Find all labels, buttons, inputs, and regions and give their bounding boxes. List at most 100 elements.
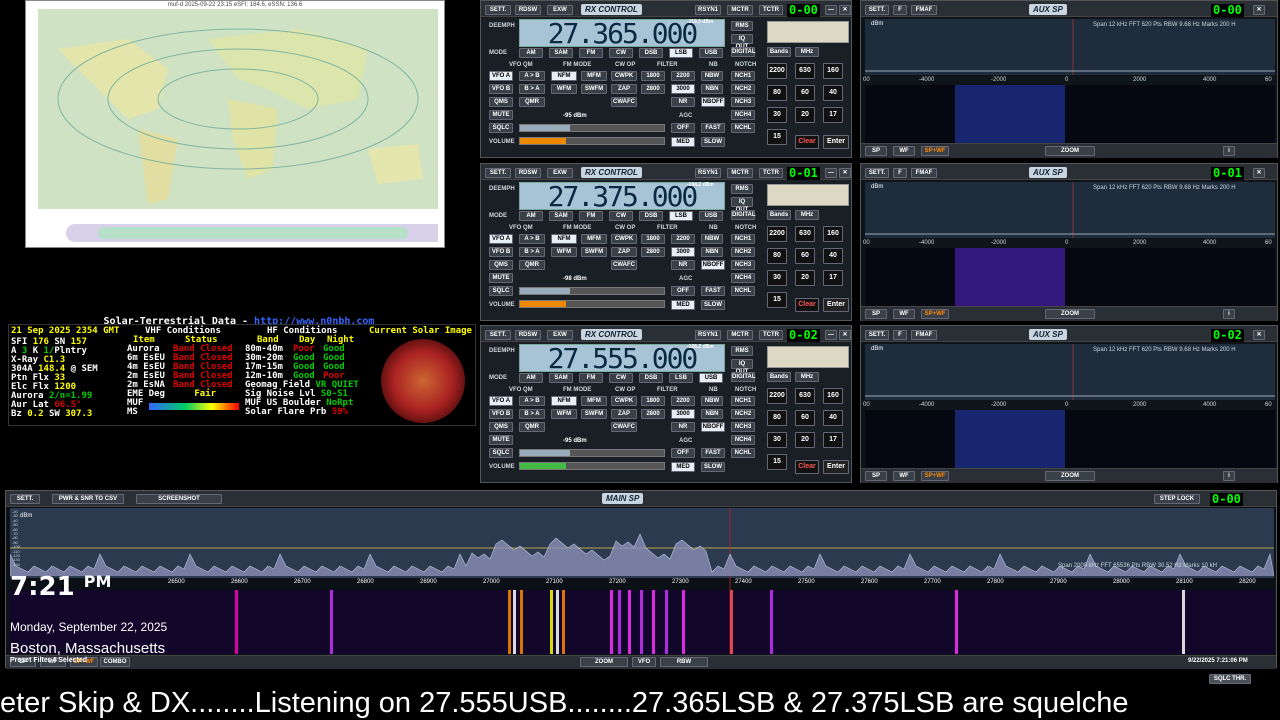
agc-off-button[interactable]: OFF <box>671 123 695 133</box>
nch4-button[interactable]: NCH4 <box>731 110 755 120</box>
nfm-button[interactable]: NFM <box>551 234 577 244</box>
nbn-button[interactable]: NBN <box>701 247 723 257</box>
wfm-button[interactable]: WFM <box>551 84 577 94</box>
band-key-k40[interactable]: 40 <box>823 410 843 426</box>
band-key-k60[interactable]: 60 <box>795 85 815 101</box>
nch4-button[interactable]: NCH4 <box>731 273 755 283</box>
sam-mode-button[interactable]: SAM <box>549 211 573 221</box>
minimize-button[interactable]: — <box>825 5 837 15</box>
mhz-button[interactable]: MHz <box>795 47 819 57</box>
aux-settings-button[interactable]: SETT. <box>865 5 889 15</box>
agc-med-button[interactable]: MED <box>671 462 695 472</box>
band-key-k17[interactable]: 17 <box>823 107 843 123</box>
band-key-k630[interactable]: 630 <box>795 226 815 242</box>
main-vfo-button[interactable]: VFO <box>632 657 656 667</box>
aux-wf-button[interactable]: WF <box>893 471 915 481</box>
nch2-button[interactable]: NCH2 <box>731 409 755 419</box>
filter-2200-button[interactable]: 2200 <box>671 71 695 81</box>
band-key-k20[interactable]: 20 <box>795 107 815 123</box>
band-key-k20[interactable]: 20 <box>795 270 815 286</box>
aux-close-button[interactable]: ✕ <box>1253 5 1265 15</box>
exw-button[interactable]: EXW <box>547 5 573 15</box>
agc-fast-button[interactable]: FAST <box>701 448 725 458</box>
screenshot-button[interactable]: SCREENSHOT <box>136 494 222 504</box>
vfo-b-button[interactable]: VFO B <box>489 247 513 257</box>
filter-2200-button[interactable]: 2200 <box>671 396 695 406</box>
agc-fast-button[interactable]: FAST <box>701 123 725 133</box>
agc-fast-button[interactable]: FAST <box>701 286 725 296</box>
agc-slow-button[interactable]: SLOW <box>701 462 725 472</box>
fm-mode-button[interactable]: FM <box>579 48 603 58</box>
qmr-button[interactable]: QMR <box>519 422 545 432</box>
am-mode-button[interactable]: AM <box>519 48 543 58</box>
aux-wf-button[interactable]: WF <box>893 309 915 319</box>
band-key-k2200[interactable]: 2200 <box>767 388 787 404</box>
nch1-button[interactable]: NCH1 <box>731 396 755 406</box>
cw-mode-button[interactable]: CW <box>609 373 633 383</box>
iqout-button[interactable]: IQ OUT <box>731 34 753 50</box>
mute-button[interactable]: MUTE <box>489 110 513 120</box>
cwafc-button[interactable]: CWAFC <box>611 260 637 270</box>
dsb-mode-button[interactable]: DSB <box>639 373 663 383</box>
nbw-button[interactable]: NBW <box>701 234 723 244</box>
exw-button[interactable]: EXW <box>547 168 573 178</box>
band-key-k2200[interactable]: 2200 <box>767 226 787 242</box>
swfm-button[interactable]: SWFM <box>581 84 607 94</box>
aux-fmaf-button[interactable]: FMAF <box>911 330 937 340</box>
mctr-button[interactable]: MCTR <box>727 5 753 15</box>
filter-3000-button[interactable]: 3000 <box>671 247 695 257</box>
iqout-button[interactable]: IQ OUT <box>731 359 753 375</box>
band-key-k20[interactable]: 20 <box>795 432 815 448</box>
nbw-button[interactable]: NBW <box>701 396 723 406</box>
band-key-k160[interactable]: 160 <box>823 226 843 242</box>
enter-button[interactable]: Enter <box>823 135 849 149</box>
tctr-button[interactable]: TCTR <box>759 5 783 15</box>
minimize-button[interactable]: — <box>825 168 837 178</box>
enter-button[interactable]: Enter <box>823 298 849 312</box>
b-to-a-button[interactable]: B > A <box>519 409 545 419</box>
rx-settings-button[interactable]: SETT. <box>485 5 511 15</box>
am-mode-button[interactable]: AM <box>519 373 543 383</box>
aux-fmaf-button[interactable]: FMAF <box>911 168 937 178</box>
pwr-snr-csv-button[interactable]: PWR & SNR TO CSV <box>52 494 124 504</box>
rsyn-button[interactable]: RSYN1 <box>695 168 721 178</box>
aux-spwf-button[interactable]: SP+WF <box>921 146 949 156</box>
nch1-button[interactable]: NCH1 <box>731 71 755 81</box>
nbw-button[interactable]: NBW <box>701 71 723 81</box>
close-button[interactable]: ✕ <box>839 330 851 340</box>
band-key-k630[interactable]: 630 <box>795 388 815 404</box>
nfm-button[interactable]: NFM <box>551 71 577 81</box>
bands-button[interactable]: Bands <box>767 47 791 57</box>
rx-settings-button[interactable]: SETT. <box>485 330 511 340</box>
nboff-button[interactable]: NBOFF <box>701 422 725 432</box>
digital-button[interactable]: DIGITAL <box>731 210 756 220</box>
aux-settings-button[interactable]: SETT. <box>865 330 889 340</box>
wfm-button[interactable]: WFM <box>551 247 577 257</box>
filter-2800-button[interactable]: 2800 <box>641 84 665 94</box>
enter-button[interactable]: Enter <box>823 460 849 474</box>
mctr-button[interactable]: MCTR <box>727 168 753 178</box>
b-to-a-button[interactable]: B > A <box>519 84 545 94</box>
filter-3000-button[interactable]: 3000 <box>671 84 695 94</box>
qmr-button[interactable]: QMR <box>519 97 545 107</box>
main-rbw-control[interactable]: RBW <box>660 657 708 667</box>
vfo-a-button[interactable]: VFO A <box>489 396 513 406</box>
aux-close-button[interactable]: ✕ <box>1253 330 1265 340</box>
band-key-k15[interactable]: 15 <box>767 454 787 470</box>
nbn-button[interactable]: NBN <box>701 84 723 94</box>
vfo-a-button[interactable]: VFO A <box>489 71 513 81</box>
qms-button[interactable]: QMS <box>489 422 513 432</box>
aux-settings-button[interactable]: SETT. <box>865 168 889 178</box>
band-key-k80[interactable]: 80 <box>767 85 787 101</box>
cw-mode-button[interactable]: CW <box>609 211 633 221</box>
cw-mode-button[interactable]: CW <box>609 48 633 58</box>
vfo-b-button[interactable]: VFO B <box>489 409 513 419</box>
clear-button[interactable]: Clear <box>795 135 819 149</box>
aux-zoom-control[interactable]: ZOOM <box>1045 146 1095 156</box>
filter-3000-button[interactable]: 3000 <box>671 409 695 419</box>
band-key-k160[interactable]: 160 <box>823 63 843 79</box>
wfm-button[interactable]: WFM <box>551 409 577 419</box>
zap-button[interactable]: ZAP <box>611 84 637 94</box>
band-key-k40[interactable]: 40 <box>823 85 843 101</box>
mfm-button[interactable]: MFM <box>581 396 607 406</box>
